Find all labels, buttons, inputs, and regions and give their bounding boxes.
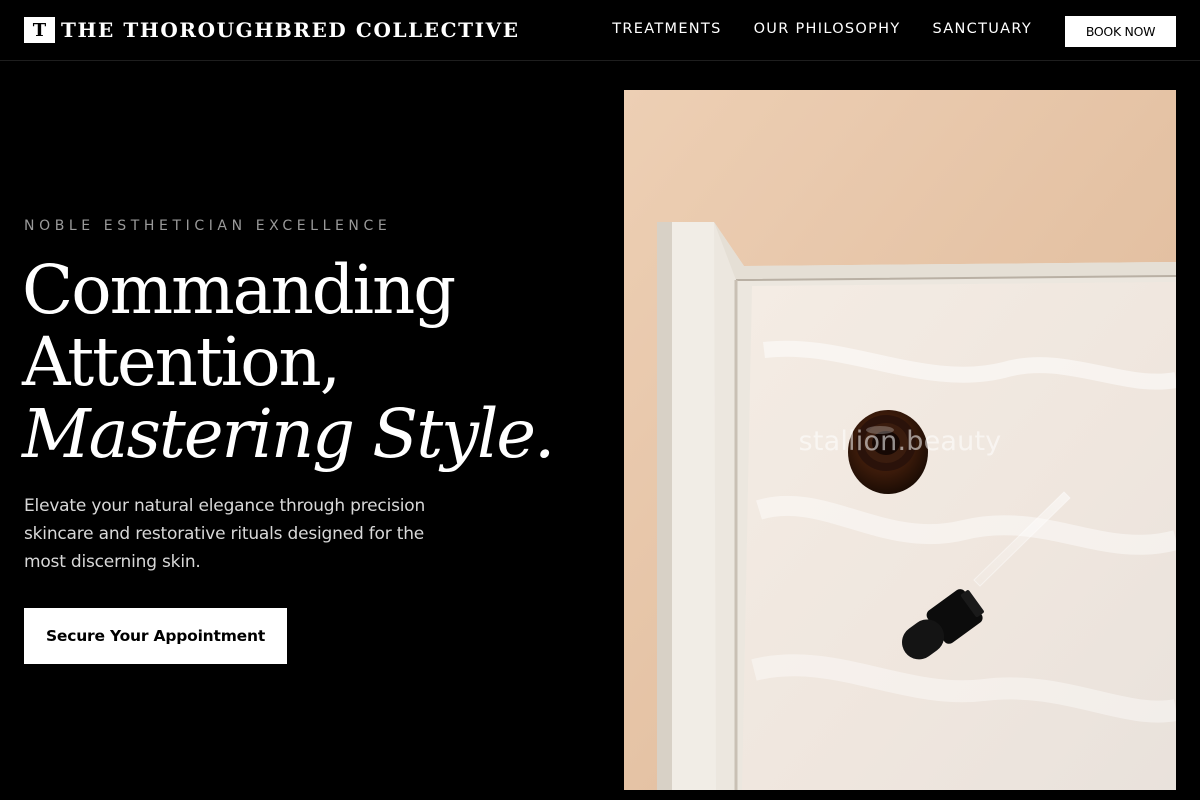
book-now-button[interactable]: BOOK NOW xyxy=(1065,16,1176,47)
hero-image: stallion.beauty xyxy=(624,90,1176,790)
site-header: T THE THOROUGHBRED COLLECTIVE TREATMENTS… xyxy=(0,0,1200,61)
headline-line-3: Mastering Style. xyxy=(22,395,555,473)
secure-appointment-button[interactable]: Secure Your Appointment xyxy=(24,608,287,664)
main-nav: TREATMENTS OUR PHILOSOPHY SANCTUARY xyxy=(612,21,1032,37)
logo-mark[interactable]: T xyxy=(24,17,55,43)
hero-eyebrow: NOBLE ESTHETICIAN EXCELLENCE xyxy=(24,218,392,234)
nav-item-treatments[interactable]: TREATMENTS xyxy=(612,21,721,37)
brand-name[interactable]: THE THOROUGHBRED COLLECTIVE xyxy=(61,18,520,42)
hero-description: Elevate your natural elegance through pr… xyxy=(24,496,426,572)
hero-headline: Commanding Attention, Mastering Style. xyxy=(22,254,602,470)
nav-item-sanctuary[interactable]: SANCTUARY xyxy=(933,21,1032,37)
nav-item-our-philosophy[interactable]: OUR PHILOSOPHY xyxy=(754,21,901,37)
image-watermark: stallion.beauty xyxy=(798,426,1002,457)
headline-line-2: Attention, xyxy=(22,323,341,401)
headline-line-1: Commanding xyxy=(22,251,456,329)
